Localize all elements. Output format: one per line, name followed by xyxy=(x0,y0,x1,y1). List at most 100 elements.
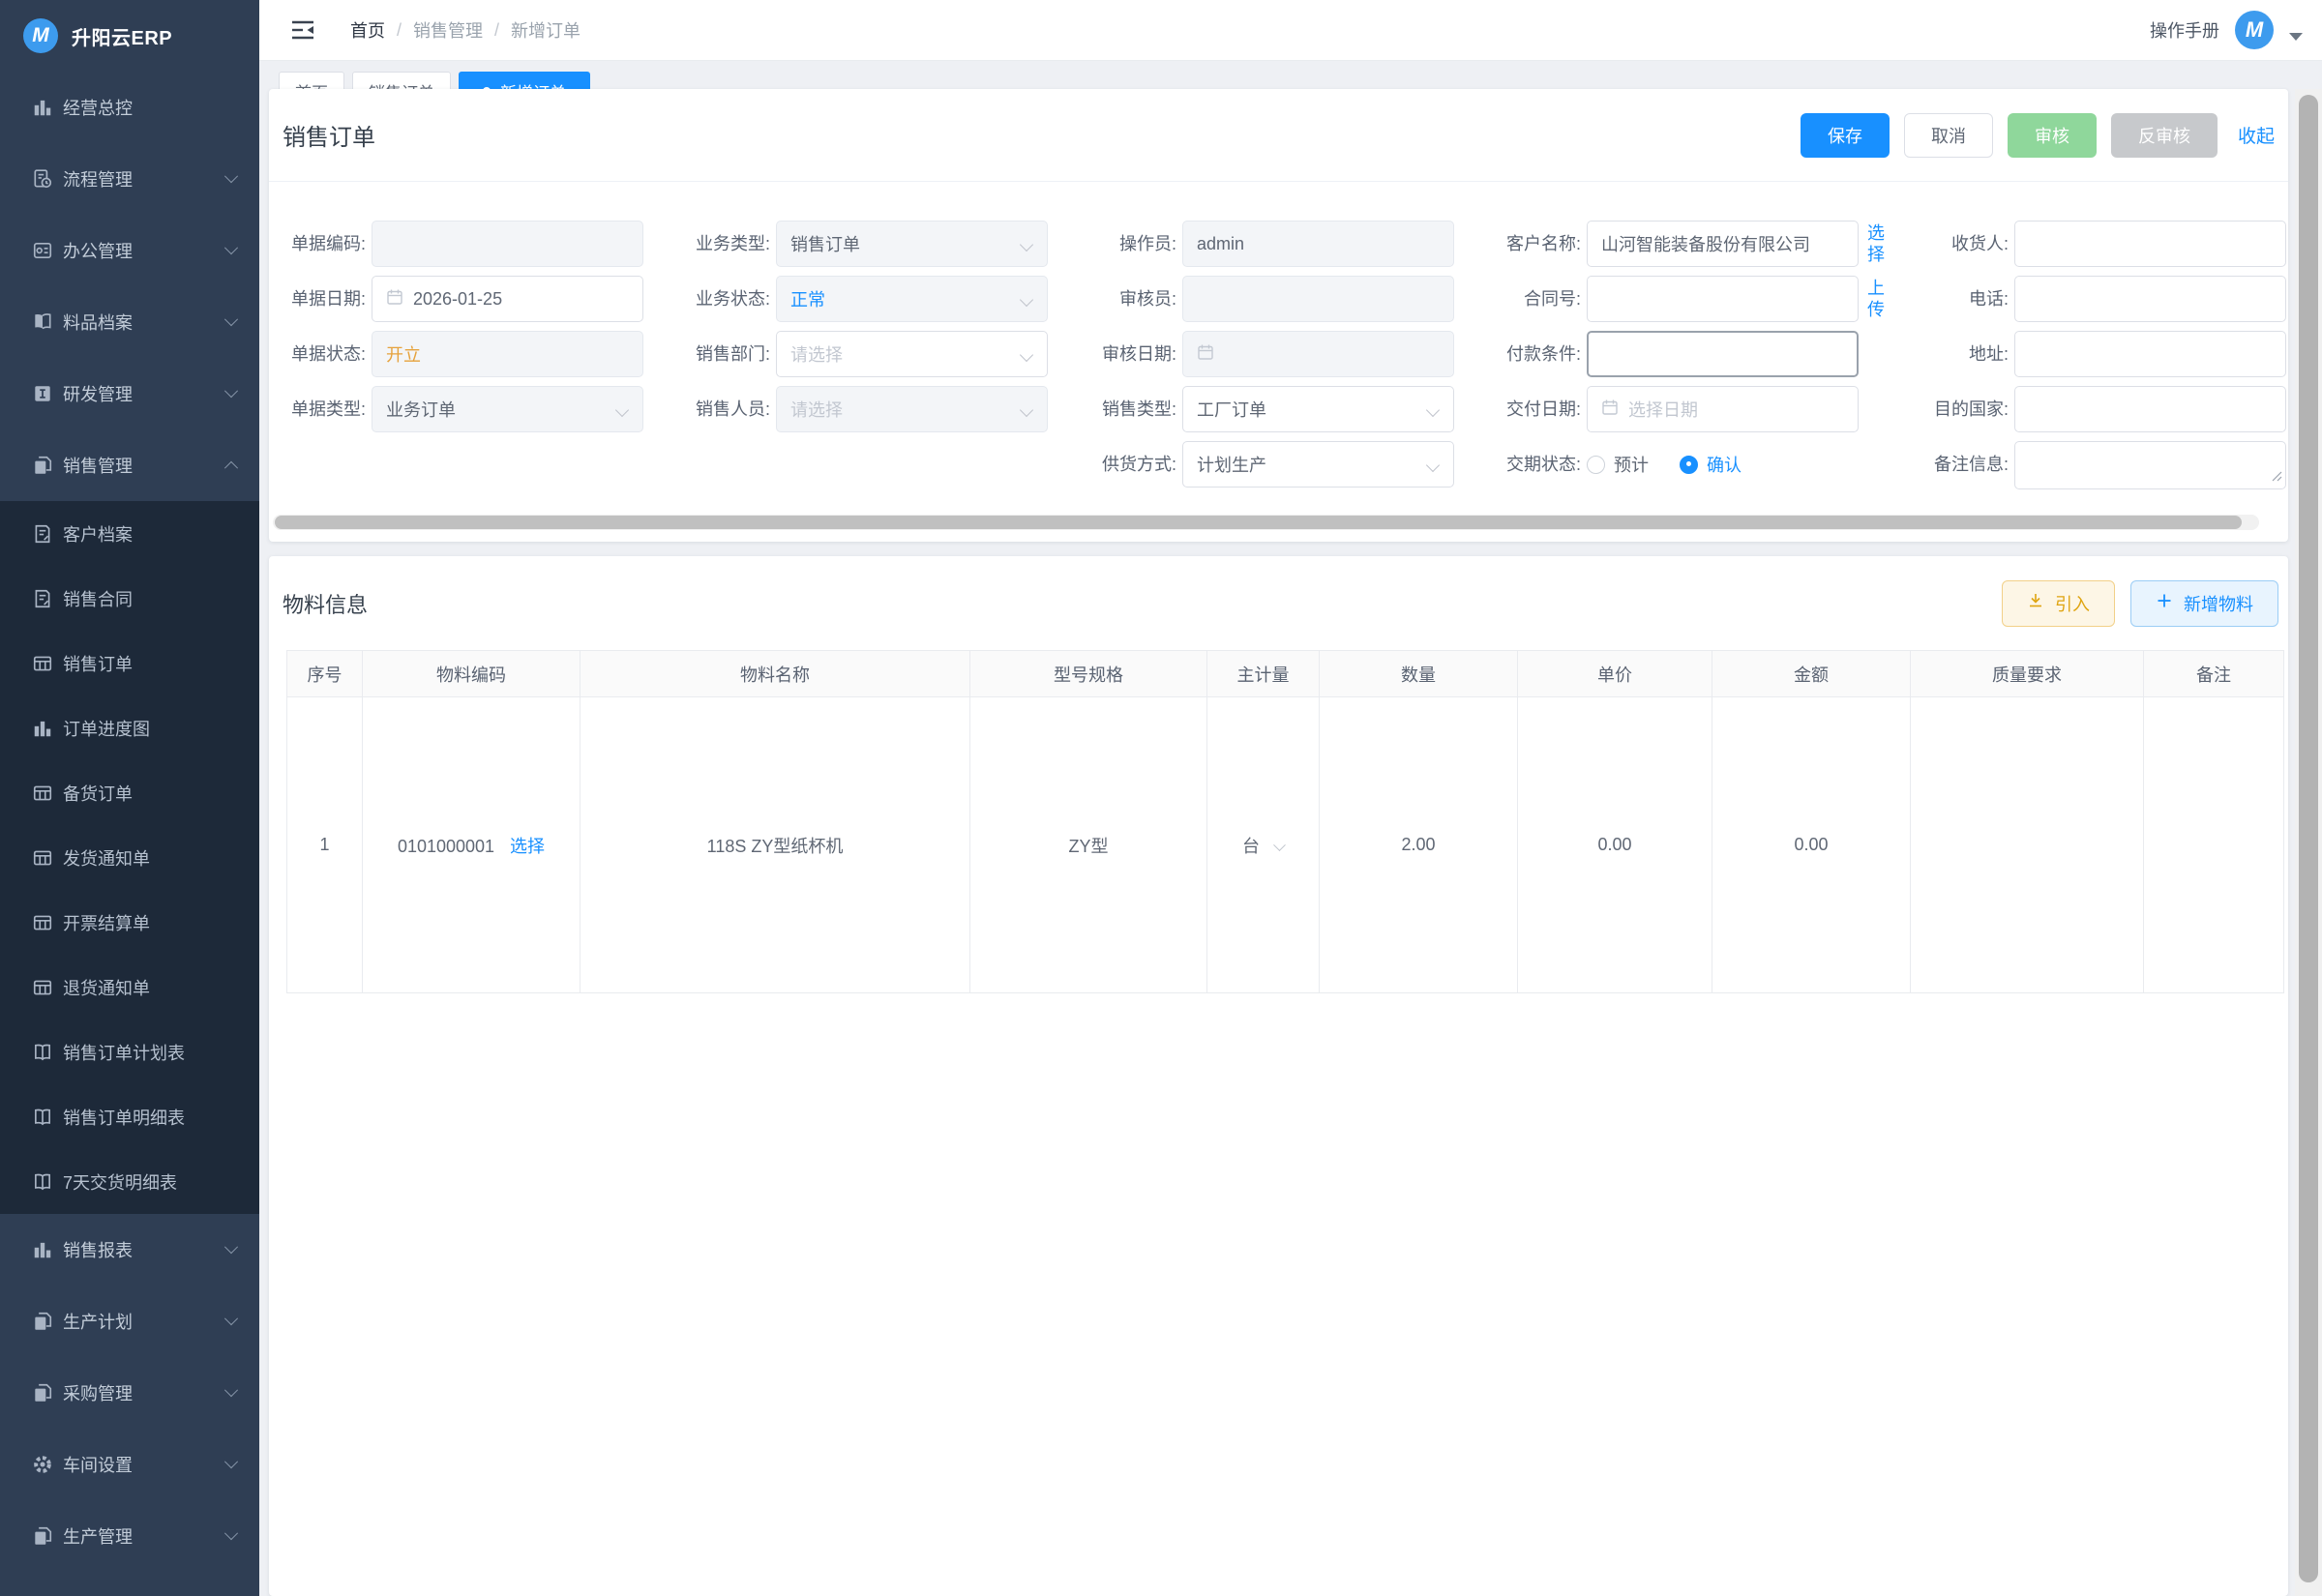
cancel-button[interactable]: 取消 xyxy=(1903,112,1993,158)
form-cell-supply-mode: 供货方式: 计划生产 xyxy=(1080,441,1484,488)
breadcrumb-item[interactable]: 新增订单 xyxy=(511,17,580,43)
vertical-scrollbar-thumb[interactable] xyxy=(2299,95,2318,1582)
sidebar-item-rd-mgmt[interactable]: 研发管理 xyxy=(0,358,259,429)
sidebar-item-material-archive[interactable]: 料品档案 xyxy=(0,286,259,358)
chevron-down-icon xyxy=(223,1312,239,1326)
breadcrumb-item[interactable]: 销售管理 xyxy=(413,17,483,43)
sidebar-item-sales-mgmt[interactable]: 销售管理 xyxy=(0,429,259,501)
sidebar-item-customer-archive[interactable]: 客户档案 xyxy=(0,501,259,566)
sidebar-item-invoice-settlement[interactable]: 开票结算单 xyxy=(0,890,259,955)
sidebar-item-sales-report[interactable]: 销售报表 xyxy=(0,1214,259,1286)
order-form-grid: 单据编码: 业务类型: 销售订单 操作员: admin 客户名称: 山河智能装备股份有限公司… xyxy=(269,221,2288,489)
destination-country-field[interactable] xyxy=(2014,386,2286,432)
avatar[interactable]: M xyxy=(2235,11,2274,49)
select-material-link[interactable]: 选择 xyxy=(510,837,545,856)
cell-unit[interactable]: 台 xyxy=(1206,696,1320,993)
form-cell-payment-terms: 付款条件: xyxy=(1484,331,1912,377)
sales-dept-label: 销售部门: xyxy=(695,344,770,364)
sidebar-item-processing-workshop[interactable]: 加工车间 xyxy=(0,1572,259,1596)
doc-date-label: 单据日期: xyxy=(290,289,366,309)
sidebar-item-production-plan[interactable]: 生产计划 xyxy=(0,1286,259,1357)
audit-button[interactable]: 审核 xyxy=(2007,112,2097,158)
payment-terms-field[interactable] xyxy=(1587,331,1859,377)
chevron-down-icon xyxy=(223,1526,239,1541)
sidebar-item-7day-delivery-detail[interactable]: 7天交货明细表 xyxy=(0,1149,259,1214)
column-header: 主计量 xyxy=(1206,650,1320,697)
menu-fold-icon[interactable] xyxy=(290,19,315,41)
sidebar-item-production-mgmt[interactable]: 生产管理 xyxy=(0,1500,259,1572)
sidebar-nav: 经营总控 流程管理 办公管理 料品档案 研发管理 销售管理 客户档案 销售合同销售订单订单进度… xyxy=(0,72,259,1596)
audit-date-field[interactable] xyxy=(1182,331,1454,377)
operator-field[interactable]: admin xyxy=(1182,221,1454,267)
business-status-select[interactable]: 正常 xyxy=(776,276,1048,322)
customer-name-side-link[interactable]: 选择 xyxy=(1866,222,1886,265)
column-header: 物料编码 xyxy=(362,650,580,697)
remark-field[interactable] xyxy=(2014,441,2286,489)
save-button[interactable]: 保存 xyxy=(1800,112,1890,158)
chevron-down-icon xyxy=(1019,402,1034,418)
delivery-status-label: 交期状态: xyxy=(1505,455,1581,474)
sidebar-item-order-progress-chart[interactable]: 订单进度图 xyxy=(0,695,259,760)
caret-down-icon[interactable] xyxy=(2289,33,2303,41)
sidebar-item-label: 退货通知单 xyxy=(63,978,150,998)
horizontal-scrollbar-thumb[interactable] xyxy=(275,516,2242,529)
sidebar-item-label: 订单进度图 xyxy=(63,719,150,739)
sidebar-item-label: 销售订单计划表 xyxy=(63,1043,185,1063)
doc-status-field[interactable]: 开立 xyxy=(372,331,643,377)
sidebar-item-process-mgmt[interactable]: 流程管理 xyxy=(0,143,259,215)
customer-name-field[interactable]: 山河智能装备股份有限公司 xyxy=(1587,221,1859,267)
sales-person-select[interactable]: 请选择 xyxy=(776,386,1048,432)
column-header: 质量要求 xyxy=(1910,650,2144,697)
consignee-field[interactable] xyxy=(2014,221,2286,267)
sidebar-item-delivery-notice[interactable]: 发货通知单 xyxy=(0,825,259,890)
delivery-date-label: 交付日期: xyxy=(1505,399,1581,419)
unaudit-button[interactable]: 反审核 xyxy=(2110,112,2218,158)
delivery-date-field[interactable]: 选择日期 xyxy=(1587,386,1859,432)
book-icon xyxy=(32,1107,53,1128)
sales-type-select[interactable]: 工厂订单 xyxy=(1182,386,1454,432)
doc-status-label: 单据状态: xyxy=(290,344,366,364)
sidebar-item-sales-order-detail[interactable]: 销售订单明细表 xyxy=(0,1084,259,1149)
sidebar-item-sales-order[interactable]: 销售订单 xyxy=(0,631,259,695)
delivery-status-radio-1[interactable] xyxy=(1680,455,1698,474)
add-material-button[interactable]: 新增物料 xyxy=(2130,579,2278,627)
collapse-link[interactable]: 收起 xyxy=(2238,122,2275,148)
breadcrumb-separator: / xyxy=(397,19,402,40)
sidebar-item-return-notice[interactable]: 退货通知单 xyxy=(0,955,259,1020)
breadcrumb: 首页 / 销售管理 / 新增订单 xyxy=(350,17,580,43)
sidebar-item-office-mgmt[interactable]: 办公管理 xyxy=(0,215,259,286)
materials-actions: 引入 新增物料 xyxy=(2002,579,2278,627)
app-name: 升阳云ERP xyxy=(72,27,173,49)
pages-icon xyxy=(32,1382,53,1404)
delivery-status-radio-0[interactable] xyxy=(1587,455,1605,474)
sidebar-item-sales-order-plan[interactable]: 销售订单计划表 xyxy=(0,1020,259,1084)
doc-code-label: 单据编码: xyxy=(290,234,366,253)
doc-code-field[interactable] xyxy=(372,221,643,267)
breadcrumb-item[interactable]: 首页 xyxy=(350,17,385,43)
sidebar-item-stock-order[interactable]: 备货订单 xyxy=(0,760,259,825)
horizontal-scrollbar[interactable] xyxy=(273,515,2259,530)
contract-no-field[interactable] xyxy=(1587,276,1859,322)
business-type-select[interactable]: 销售订单 xyxy=(776,221,1048,267)
chevron-down-icon xyxy=(1019,292,1034,308)
doc-type-select[interactable]: 业务订单 xyxy=(372,386,643,432)
doc-type-label: 单据类型: xyxy=(290,399,366,419)
sidebar-item-label: 销售订单 xyxy=(63,654,133,674)
chevron-down-icon xyxy=(223,1383,239,1398)
address-field[interactable] xyxy=(2014,331,2286,377)
sidebar-item-sales-contract[interactable]: 销售合同 xyxy=(0,566,259,631)
sidebar-item-business-dashboard[interactable]: 经营总控 xyxy=(0,72,259,143)
contract-no-side-link[interactable]: 上传 xyxy=(1866,278,1886,320)
auditor-field[interactable] xyxy=(1182,276,1454,322)
manual-link[interactable]: 操作手册 xyxy=(2150,17,2219,43)
sales-dept-select[interactable]: 请选择 xyxy=(776,331,1048,377)
delivery-status-radio-group: 预计 确认 xyxy=(1587,441,1742,488)
chevron-up-icon xyxy=(223,460,239,475)
sidebar-item-purchase-mgmt[interactable]: 采购管理 xyxy=(0,1357,259,1429)
import-button[interactable]: 引入 xyxy=(2002,579,2115,627)
doc-date-field[interactable]: 2026-01-25 xyxy=(372,276,643,322)
sidebar-item-workshop-settings[interactable]: 车间设置 xyxy=(0,1429,259,1500)
vertical-scrollbar[interactable] xyxy=(2295,89,2322,1596)
phone-field[interactable] xyxy=(2014,276,2286,322)
supply-mode-select[interactable]: 计划生产 xyxy=(1182,441,1454,488)
